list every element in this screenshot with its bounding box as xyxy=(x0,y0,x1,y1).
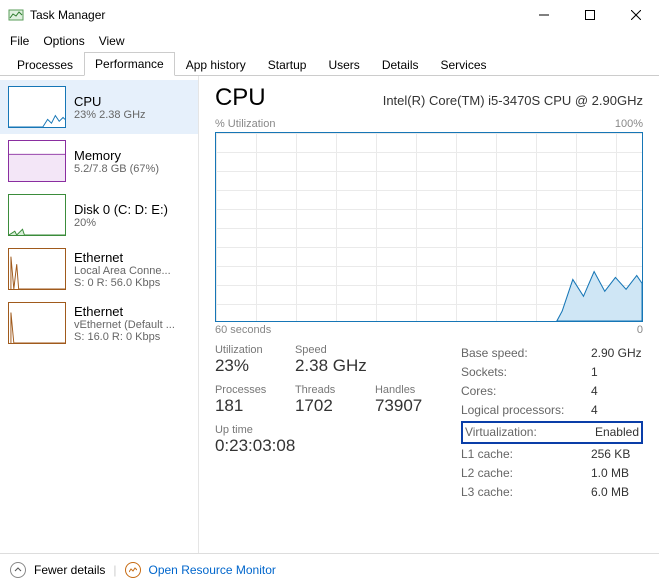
sidebar-item-disk[interactable]: Disk 0 (C: D: E:) 20% xyxy=(0,188,198,242)
ethernet-thumb-icon xyxy=(8,248,66,290)
xaxis-right: 0 xyxy=(637,324,643,336)
tab-details[interactable]: Details xyxy=(371,53,430,76)
sidebar-memory-sub: 5.2/7.8 GB (67%) xyxy=(74,163,159,175)
menu-view[interactable]: View xyxy=(99,34,125,48)
cpu-thumb-icon xyxy=(8,86,66,128)
chevron-up-icon[interactable] xyxy=(10,562,26,578)
menu-file[interactable]: File xyxy=(10,34,29,48)
virtualization-key: Virtualization: xyxy=(465,423,595,442)
sidebar-cpu-sub: 23% 2.38 GHz xyxy=(74,109,146,121)
disk-thumb-icon xyxy=(8,194,66,236)
l1-cache-value: 256 KB xyxy=(591,445,630,464)
titlebar: Task Manager xyxy=(0,0,659,30)
speed-label: Speed xyxy=(295,344,351,356)
sidebar-item-ethernet-2[interactable]: Ethernet vEthernet (Default ... S: 16.0 … xyxy=(0,296,198,350)
footer: Fewer details | Open Resource Monitor xyxy=(0,553,659,585)
l1-cache-key: L1 cache: xyxy=(461,445,591,464)
uptime-label: Up time xyxy=(215,424,271,436)
l3-cache-key: L3 cache: xyxy=(461,483,591,502)
cpu-model: Intel(R) Core(TM) i5-3470S CPU @ 2.90GHz xyxy=(383,93,643,108)
yaxis-max: 100% xyxy=(615,118,643,130)
base-speed-key: Base speed: xyxy=(461,344,591,363)
maximize-button[interactable] xyxy=(567,0,613,30)
page-title: CPU xyxy=(215,84,266,112)
sidebar-eth1-sub: Local Area Conne... xyxy=(74,265,171,277)
menu-options[interactable]: Options xyxy=(43,34,84,48)
sidebar-item-cpu[interactable]: CPU 23% 2.38 GHz xyxy=(0,80,198,134)
memory-thumb-icon xyxy=(8,140,66,182)
tabstrip: Processes Performance App history Startu… xyxy=(0,52,659,76)
virtualization-highlight: Virtualization:Enabled xyxy=(461,421,643,444)
sidebar-cpu-label: CPU xyxy=(74,94,146,109)
xaxis-left: 60 seconds xyxy=(215,324,271,336)
sidebar-eth1-label: Ethernet xyxy=(74,250,171,265)
l2-cache-value: 1.0 MB xyxy=(591,464,629,483)
perf-sidebar: CPU 23% 2.38 GHz Memory 5.2/7.8 GB (67%)… xyxy=(0,76,199,553)
threads-value: 1702 xyxy=(295,396,351,416)
sidebar-disk-label: Disk 0 (C: D: E:) xyxy=(74,202,168,217)
virtualization-value: Enabled xyxy=(595,423,639,442)
tab-processes[interactable]: Processes xyxy=(6,53,84,76)
fewer-details-button[interactable]: Fewer details xyxy=(34,563,105,577)
uptime-value: 0:23:03:08 xyxy=(215,436,335,456)
sidebar-eth2-sub: vEthernet (Default ... xyxy=(74,319,175,331)
perf-main: CPU Intel(R) Core(TM) i5-3470S CPU @ 2.9… xyxy=(199,76,659,553)
util-value: 23% xyxy=(215,356,271,376)
tab-startup[interactable]: Startup xyxy=(257,53,318,76)
sidebar-disk-sub: 20% xyxy=(74,217,168,229)
sidebar-item-ethernet-1[interactable]: Ethernet Local Area Conne... S: 0 R: 56.… xyxy=(0,242,198,296)
cpu-utilization-chart[interactable] xyxy=(215,132,643,322)
tab-performance[interactable]: Performance xyxy=(84,52,175,76)
tab-app-history[interactable]: App history xyxy=(175,53,257,76)
threads-label: Threads xyxy=(295,384,351,396)
ethernet-thumb-icon xyxy=(8,302,66,344)
minimize-button[interactable] xyxy=(521,0,567,30)
logical-processors-value: 4 xyxy=(591,401,598,420)
sidebar-eth1-sub2: S: 0 R: 56.0 Kbps xyxy=(74,277,171,289)
base-speed-value: 2.90 GHz xyxy=(591,344,642,363)
window-title: Task Manager xyxy=(30,8,105,22)
app-icon xyxy=(8,7,24,23)
yaxis-label: % Utilization xyxy=(215,118,276,130)
close-button[interactable] xyxy=(613,0,659,30)
handles-label: Handles xyxy=(375,384,431,396)
util-label: Utilization xyxy=(215,344,271,356)
processes-label: Processes xyxy=(215,384,271,396)
sockets-key: Sockets: xyxy=(461,363,591,382)
cores-key: Cores: xyxy=(461,382,591,401)
speed-value: 2.38 GHz xyxy=(295,356,385,376)
sidebar-eth2-sub2: S: 16.0 R: 0 Kbps xyxy=(74,331,175,343)
logical-processors-key: Logical processors: xyxy=(461,401,591,420)
processes-value: 181 xyxy=(215,396,271,416)
sidebar-item-memory[interactable]: Memory 5.2/7.8 GB (67%) xyxy=(0,134,198,188)
l3-cache-value: 6.0 MB xyxy=(591,483,629,502)
handles-value: 73907 xyxy=(375,396,431,416)
l2-cache-key: L2 cache: xyxy=(461,464,591,483)
sockets-value: 1 xyxy=(591,363,598,382)
sidebar-eth2-label: Ethernet xyxy=(74,304,175,319)
sidebar-memory-label: Memory xyxy=(74,148,159,163)
open-resource-monitor-link[interactable]: Open Resource Monitor xyxy=(149,563,276,577)
resource-monitor-icon[interactable] xyxy=(125,562,141,578)
menubar: File Options View xyxy=(0,30,659,52)
tab-users[interactable]: Users xyxy=(317,53,370,76)
tab-services[interactable]: Services xyxy=(430,53,498,76)
cores-value: 4 xyxy=(591,382,598,401)
